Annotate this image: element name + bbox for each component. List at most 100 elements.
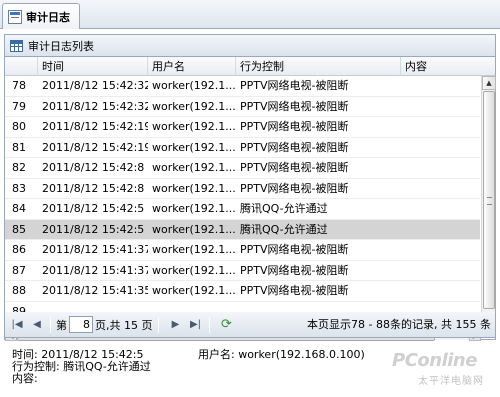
row-content xyxy=(401,179,480,199)
table-row[interactable]: 83 2011/8/12 15:42:8 worker(192.1... PPTV网络… xyxy=(5,179,480,199)
scroll-up-icon[interactable]: ▲ xyxy=(482,76,496,90)
tab-audit-log[interactable]: 审计日志 xyxy=(2,3,80,29)
row-user: worker(192.1... xyxy=(152,120,236,133)
row-action: PPTV网络电视-被阻断 xyxy=(240,99,349,113)
record-detail: 时间: 2011/8/12 15:42:5 用户名: worker(192.16… xyxy=(12,349,365,385)
row-time: 2011/8/12 15:42:32 xyxy=(42,79,148,92)
tab-label: 审计日志 xyxy=(26,10,70,24)
watermark-sub: 太平洋电脑网 xyxy=(418,376,484,387)
next-page-icon[interactable]: ▶ xyxy=(168,317,184,333)
row-user: worker(192.1... xyxy=(152,263,236,277)
watermark-logo: PConline 太平洋电脑网 xyxy=(392,350,498,396)
row-number: 80 xyxy=(12,120,26,133)
column-header-index[interactable] xyxy=(5,57,38,76)
row-user: worker(192.1... xyxy=(152,284,236,297)
table-row[interactable]: 86 2011/8/12 15:41:37 worker(192.1... PPTV网… xyxy=(5,240,480,261)
vertical-scrollbar[interactable]: ▲ ▼ xyxy=(481,76,496,330)
row-time: 2011/8/12 15:42:5 xyxy=(42,202,145,215)
first-page-icon[interactable]: |◀ xyxy=(9,317,25,333)
page-prefix: 第 xyxy=(56,318,67,332)
row-time: 2011/8/12 15:42:19 xyxy=(42,140,148,154)
table-row[interactable]: 81 2011/8/12 15:42:19 worker(192.1... PPTV网… xyxy=(5,138,480,158)
row-action: PPTV网络电视-被阻断 xyxy=(240,140,349,154)
row-content xyxy=(401,97,480,117)
row-user: worker(192.1... xyxy=(152,181,236,195)
row-number: 86 xyxy=(12,243,26,256)
watermark-main: PConline xyxy=(392,350,477,371)
row-content xyxy=(401,220,480,240)
table-row[interactable]: 79 2011/8/12 15:42:32 worker(192.1... PPTV网… xyxy=(5,97,480,117)
grid-header: 时间 用户名 行为控制 内容 xyxy=(5,57,495,76)
row-number: 78 xyxy=(12,79,26,92)
vertical-scroll-thumb[interactable] xyxy=(483,91,495,309)
table-row[interactable]: 82 2011/8/12 15:42:8 worker(192.1... PPTV网络… xyxy=(5,158,480,179)
table-row[interactable]: 84 2011/8/12 15:42:5 worker(192.1... 腾讯QQ-允… xyxy=(5,199,480,220)
log-icon xyxy=(8,9,22,24)
row-content xyxy=(401,199,480,219)
row-user: worker(192.1... xyxy=(152,79,236,92)
row-content xyxy=(401,117,480,137)
column-header-user[interactable]: 用户名 xyxy=(148,57,236,76)
row-number: 82 xyxy=(12,161,26,174)
row-user: worker(192.1... xyxy=(152,99,236,113)
row-number: 83 xyxy=(12,181,26,195)
last-page-icon[interactable]: ▶| xyxy=(188,317,204,333)
column-header-action[interactable]: 行为控制 xyxy=(236,57,401,76)
column-header-content[interactable]: 内容 xyxy=(401,57,495,76)
row-action: PPTV网络电视-被阻断 xyxy=(240,79,349,92)
row-content xyxy=(401,76,480,96)
row-time: 2011/8/12 15:42:8 xyxy=(42,161,145,174)
row-action: PPTV网络电视-被阻断 xyxy=(240,284,349,297)
row-user: worker(192.1... xyxy=(152,243,236,256)
row-action: 腾讯QQ-允许通过 xyxy=(240,222,328,236)
row-number: 87 xyxy=(12,263,26,277)
row-action: PPTV网络电视-被阻断 xyxy=(240,243,349,256)
row-number: 85 xyxy=(12,222,26,236)
row-content xyxy=(401,281,480,301)
row-time: 2011/8/12 15:42:19 xyxy=(42,120,148,133)
pagination-toolbar: |◀ ◀ 第 8 页,共 15 页 ▶ ▶| ⟳ 本页显示78 - 88条的记录… xyxy=(4,312,496,338)
table-row[interactable]: 80 2011/8/12 15:42:19 worker(192.1... PPTV网… xyxy=(5,117,480,138)
page-info: 本页显示78 - 88条的记录, 共 155 条 xyxy=(307,318,491,331)
row-user: worker(192.1... xyxy=(152,140,236,154)
row-action: 腾讯QQ-允许通过 xyxy=(240,202,328,215)
row-time: 2011/8/12 15:42:5 xyxy=(42,222,145,236)
row-time: 2011/8/12 15:41:35 xyxy=(42,284,148,297)
row-content xyxy=(401,261,480,281)
toolbar-separator xyxy=(50,316,51,333)
row-content xyxy=(401,240,480,260)
refresh-icon[interactable]: ⟳ xyxy=(219,317,235,333)
toolbar-separator xyxy=(208,316,210,333)
row-time: 2011/8/12 15:42:8 xyxy=(42,181,145,195)
row-number: 84 xyxy=(12,202,26,215)
toolbar-separator xyxy=(157,316,159,333)
row-number: 79 xyxy=(12,99,26,113)
table-row[interactable]: 87 2011/8/12 15:41:37 worker(192.1... PPTV网… xyxy=(5,261,480,281)
row-time: 2011/8/12 15:42:32 xyxy=(42,99,148,113)
row-number: 88 xyxy=(12,284,26,297)
row-action: PPTV网络电视-被阻断 xyxy=(240,161,349,174)
prev-page-icon[interactable]: ◀ xyxy=(29,317,45,333)
page-number-input[interactable]: 8 xyxy=(69,316,93,333)
row-action: PPTV网络电视-被阻断 xyxy=(240,181,349,195)
row-action: PPTV网络电视-被阻断 xyxy=(240,263,349,277)
table-row[interactable]: 88 2011/8/12 15:41:35 worker(192.1... PPTV网… xyxy=(5,281,480,302)
table-row[interactable]: 78 2011/8/12 15:42:32 worker(192.1... PPTV网… xyxy=(5,76,480,97)
column-header-time[interactable]: 时间 xyxy=(38,57,148,76)
tab-strip: 审计日志 xyxy=(0,0,500,29)
row-action: PPTV网络电视-被阻断 xyxy=(240,120,349,133)
page-suffix: 页,共 15 页 xyxy=(95,318,153,332)
row-time: 2011/8/12 15:41:37 xyxy=(42,243,148,256)
row-content xyxy=(401,158,480,178)
detail-content: 内容: xyxy=(12,372,38,385)
panel-title: 审计日志列表 xyxy=(28,39,94,53)
row-user: worker(192.1... xyxy=(152,222,236,236)
row-number: 81 xyxy=(12,140,26,154)
panel-header: 审计日志列表 xyxy=(5,35,495,57)
table-row[interactable]: 85 2011/8/12 15:42:5 worker(192.1... 腾讯QQ-允… xyxy=(5,219,480,240)
row-time: 2011/8/12 15:41:37 xyxy=(42,263,148,277)
row-user: worker(192.1... xyxy=(152,161,236,174)
row-content xyxy=(401,138,480,158)
row-user: worker(192.1... xyxy=(152,202,236,215)
log-table-body: 78 2011/8/12 15:42:32 worker(192.1... PPTV网… xyxy=(5,76,480,329)
